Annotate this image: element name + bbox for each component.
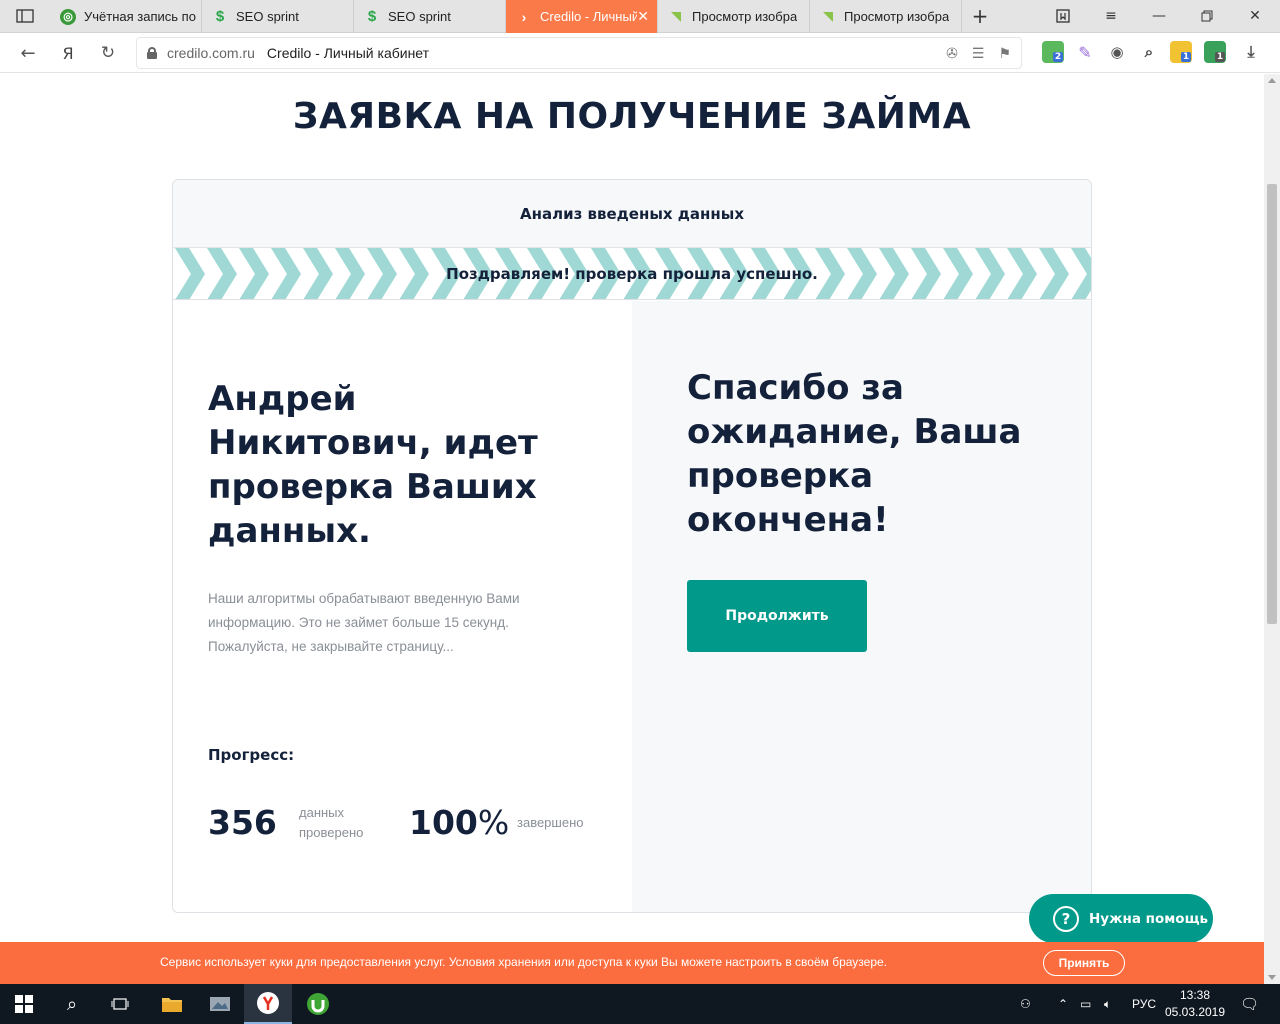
processing-description: Наши алгоритмы обрабатывают введенную Ва… [208,591,520,654]
photos-app-icon[interactable] [196,984,244,1024]
bookmark-icon[interactable]: ⚑ [998,45,1011,62]
loan-check-card: Анализ введеных данных Поздравляем! пров… [172,179,1092,913]
seo-sprint-icon: $ [367,8,377,25]
task-view-icon[interactable] [96,984,144,1024]
pen-icon[interactable]: ✎ [1074,41,1096,63]
completion-label: завершено [517,815,584,830]
windows-logo-icon [15,995,33,1013]
progress-column: Андрей Никитович, идет проверка Ваших да… [173,301,632,912]
tab-seo-sprint-2[interactable]: $ SEO sprint [354,0,506,33]
extension-1-icon[interactable]: 2 [1042,41,1064,63]
question-icon: ? [1053,905,1079,932]
camera-icon[interactable]: ✇ [946,45,958,62]
notifications-icon[interactable]: 🗨︎ [1240,984,1259,1024]
address-bar: ← Я ↻ credilo.com.ru Credilo - Личный ка… [0,33,1280,73]
language-indicator[interactable]: РУС [1132,984,1156,1024]
seo-sprint-icon: $ [215,8,225,25]
start-button[interactable] [0,984,48,1024]
scroll-thumb[interactable] [1267,184,1277,624]
minimize-icon[interactable]: — [1148,6,1170,26]
lock-icon [147,47,157,59]
volume-icon[interactable]: 🔈︎ [1104,984,1111,1024]
tab-image-viewer-2[interactable]: Просмотр изобра [810,0,962,33]
page-viewport: ЗАЯВКА НА ПОЛУЧЕНИЕ ЗАЙМА Анализ введены… [0,74,1264,942]
network-icon[interactable]: ▭ [1080,984,1091,1024]
tab-credilo[interactable]: › Credilo - Личный ✕ [506,0,658,33]
page-title: ЗАЯВКА НА ПОЛУЧЕНИЕ ЗАЙМА [292,96,972,137]
image-viewer-icon [668,9,684,25]
lightbulb-icon[interactable]: ◉ [1106,41,1128,63]
scroll-up-arrow-icon[interactable] [1268,78,1276,83]
windows-taskbar: ⌕ ⚇ ⌃ ▭ 🔈︎ РУС 13:38 05.03.2019 🗨︎ [0,984,1280,1024]
file-explorer-icon[interactable] [148,984,196,1024]
page-scrollbar[interactable] [1264,74,1280,984]
restore-icon[interactable] [1196,6,1218,26]
card-header: Анализ введеных данных [173,180,1091,248]
scroll-down-arrow-icon[interactable] [1268,975,1276,980]
menu-icon[interactable]: ≡ [1100,6,1122,26]
tab-panel-icon[interactable] [14,6,36,26]
credilo-arrow-icon: › [521,8,527,25]
help-button[interactable]: ? Нужна помощь [1029,894,1213,942]
checking-heading: Андрей Никитович, идет проверка Ваших да… [208,379,538,551]
yandex-logo-icon[interactable]: Я [56,41,80,65]
thank-you-heading: Спасибо за ожидание, Ваша проверка оконч… [687,368,1022,540]
show-hidden-icons-icon[interactable]: ⌃ [1058,984,1068,1024]
completion-percent: 100% [409,803,510,842]
continue-button[interactable]: Продолжить [687,580,867,652]
reader-mode-icon[interactable]: ☰ [972,45,985,62]
url-field[interactable]: credilo.com.ru Credilo - Личный кабинет … [136,37,1022,69]
tab-image-viewer-1[interactable]: Просмотр изобра [658,0,810,33]
people-icon[interactable]: ⚇ [1020,984,1031,1024]
yandex-browser-taskbar-icon[interactable] [244,984,292,1024]
progress-label: Прогресс: [208,746,295,764]
reload-icon[interactable]: ↻ [96,41,120,65]
cookie-banner: Сервис использует куки для предоставлени… [0,942,1264,984]
account-globe-icon: ◎ [60,8,76,25]
search-ext-icon[interactable]: ⌕ [1138,41,1160,63]
clock[interactable]: 13:38 05.03.2019 [1160,987,1230,1021]
extension-2-icon[interactable]: 1 [1170,41,1192,63]
new-tab-icon[interactable]: + [969,4,991,28]
search-icon[interactable]: ⌕ [48,984,96,1024]
checked-count-label: данных проверено [299,805,364,840]
utorrent-icon[interactable] [294,984,342,1024]
image-viewer-icon [820,9,836,25]
url-actions: ✇ ☰ ⚑ [946,45,1011,62]
checked-count: 356 [208,803,277,842]
accept-cookies-button[interactable]: Принять [1043,950,1125,976]
back-arrow-icon[interactable]: ← [16,41,40,65]
extension-3-icon[interactable]: 1 [1204,41,1226,63]
tab-seo-sprint-1[interactable]: $ SEO sprint [202,0,354,33]
browser-tab-strip: ◎ Учётная запись по $ SEO sprint $ SEO s… [0,0,1280,33]
cookie-notice-text: Сервис использует куки для предоставлени… [160,955,888,969]
tab-account[interactable]: ◎ Учётная запись по [50,0,202,33]
close-window-icon[interactable]: ✕ [1244,6,1266,26]
success-message: Поздравляем! проверка прошла успешно. [446,265,818,283]
bookmarks-panel-icon[interactable] [1052,6,1074,26]
success-stripe: Поздравляем! проверка прошла успешно. [173,248,1091,300]
download-icon[interactable]: ⤓ [1240,41,1262,63]
close-tab-icon[interactable]: ✕ [637,8,649,25]
result-column: Спасибо за ожидание, Ваша проверка оконч… [632,301,1091,912]
